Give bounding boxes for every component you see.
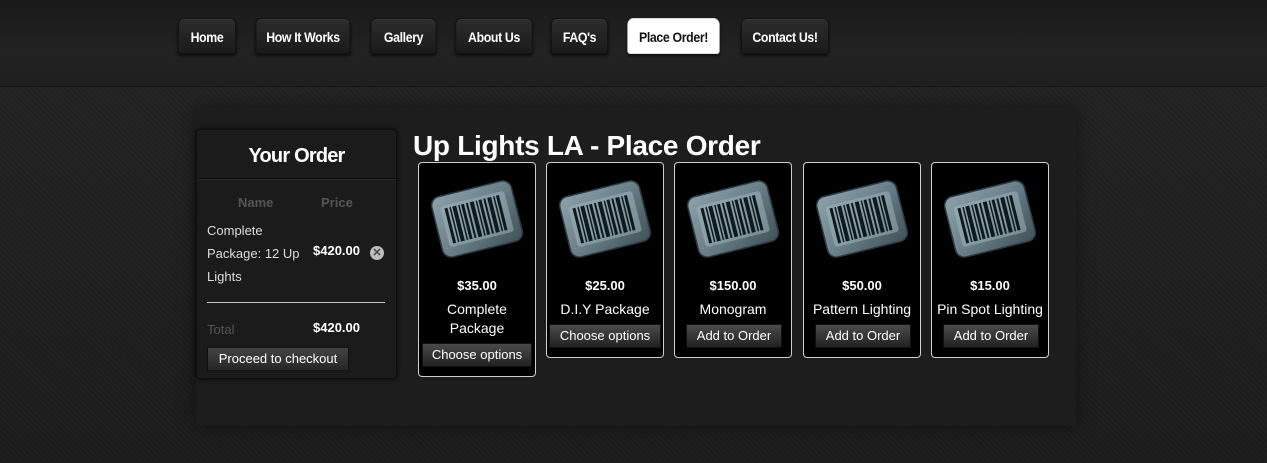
add-to-order-button[interactable]: Add to Order (943, 324, 1039, 348)
nav-faqs[interactable]: FAQ's (550, 18, 609, 54)
choose-options-button[interactable]: Choose options (422, 343, 532, 367)
product-name: D.I.Y Package (560, 301, 650, 317)
order-summary: Your Order Name Price Complete Package: … (196, 129, 397, 379)
remove-item-icon[interactable]: ✕ (370, 246, 384, 260)
product-price: $35.00 (457, 278, 497, 293)
column-header-price: Price (321, 195, 353, 210)
product-name: Monogram (699, 301, 767, 317)
nav-home[interactable]: Home (177, 18, 237, 54)
order-divider (207, 302, 385, 303)
add-to-order-button[interactable]: Add to Order (815, 324, 911, 348)
nav-about-us[interactable]: About Us (455, 18, 533, 54)
product-card-pin-spot-lighting: $15.00 Pin Spot Lighting Add to Order (931, 162, 1049, 358)
column-header-name: Name (238, 195, 274, 210)
barcode-icon[interactable] (943, 180, 1037, 258)
nav-contact-us[interactable]: Contact Us! (741, 18, 829, 54)
choose-options-button[interactable]: Choose options (549, 324, 661, 348)
top-navigation-bar: Home How It Works Gallery About Us FAQ's… (0, 0, 1267, 87)
product-price: $150.00 (709, 278, 757, 293)
product-name: Pattern Lighting (812, 301, 912, 317)
barcode-icon[interactable] (558, 180, 652, 258)
product-price: $50.00 (842, 278, 882, 293)
product-card-monogram: $150.00 Monogram Add to Order (674, 162, 792, 358)
product-price: $15.00 (970, 278, 1010, 293)
order-title: Your Order (197, 130, 396, 179)
barcode-icon[interactable] (686, 180, 780, 258)
total-value: $420.00 (313, 320, 360, 335)
barcode-icon[interactable] (815, 180, 909, 258)
nav-place-order[interactable]: Place Order! (627, 18, 720, 54)
barcode-icon[interactable] (430, 180, 524, 258)
nav-how-it-works[interactable]: How It Works (255, 18, 351, 54)
product-card-diy-package: $25.00 D.I.Y Package Choose options (546, 162, 664, 358)
product-price: $25.00 (585, 278, 625, 293)
order-item-name: Complete Package: 12 Up Lights (207, 223, 300, 284)
product-name: Pin Spot Lighting (937, 301, 1043, 317)
proceed-to-checkout-button[interactable]: Proceed to checkout (207, 347, 349, 371)
page-title: Up Lights LA - Place Order (413, 130, 761, 161)
page: Home How It Works Gallery About Us FAQ's… (0, 0, 1267, 463)
product-card-complete-package: $35.00 Complete Package Choose options (418, 162, 536, 377)
order-item-price: $420.00 (313, 243, 360, 258)
nav-gallery[interactable]: Gallery (370, 18, 437, 54)
add-to-order-button[interactable]: Add to Order (686, 324, 782, 348)
total-label: Total (207, 322, 235, 337)
product-name: Complete Package (447, 301, 507, 336)
product-card-pattern-lighting: $50.00 Pattern Lighting Add to Order (803, 162, 921, 358)
